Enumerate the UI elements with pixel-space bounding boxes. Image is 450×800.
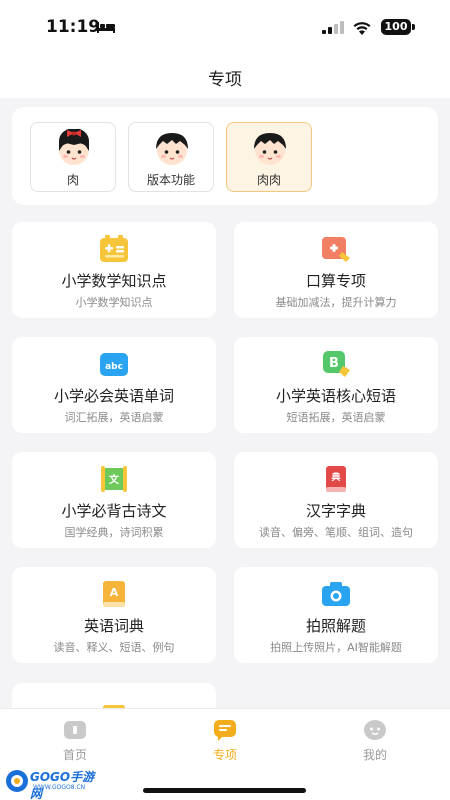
profile-icon xyxy=(364,720,386,740)
calculator-icon xyxy=(100,235,128,262)
feature-card-oral-arithmetic[interactable]: 口算专项 基础加减法，提升计算力 xyxy=(234,222,438,318)
status-bar: 11:19 100 xyxy=(0,0,450,54)
wifi-icon xyxy=(353,22,371,35)
page-title: 专项 xyxy=(208,70,242,90)
feature-subtitle: 词汇拓展，英语启蒙 xyxy=(64,411,164,424)
cellular-signal-icon xyxy=(322,21,344,34)
tab-mine[interactable]: 我的 xyxy=(300,719,450,769)
feature-subtitle: 国学经典，诗词积累 xyxy=(64,526,164,539)
feature-title: 口算专项 xyxy=(305,272,366,290)
feature-card-ancient-poems[interactable]: 文 小学必背古诗文 国学经典，诗词积累 xyxy=(12,452,216,548)
feature-card-photo-solve[interactable]: 拍照解题 拍照上传照片，AI智能解题 xyxy=(234,567,438,663)
profile-card-rourou[interactable]: 肉肉 xyxy=(226,122,312,192)
feature-subtitle: 基础加减法，提升计算力 xyxy=(275,296,397,309)
status-time: 11:19 xyxy=(46,17,101,37)
tab-label: 专项 xyxy=(212,748,237,762)
feature-title: 小学必会英语单词 xyxy=(53,387,174,405)
feature-title: 小学必背古诗文 xyxy=(61,502,167,520)
camera-icon xyxy=(322,582,350,606)
boy-avatar-icon xyxy=(254,133,286,165)
sleep-mode-icon xyxy=(97,22,115,33)
feature-subtitle: 短语拓展，英语启蒙 xyxy=(286,411,386,424)
feature-card-english-dictionary[interactable]: A 英语词典 读音、释义、短语、例句 xyxy=(12,567,216,663)
dictionary-icon: 典 xyxy=(326,466,346,492)
feature-card-chinese-dictionary[interactable]: 典 汉字字典 读音、偏旁、笔顺、组词、造句 xyxy=(234,452,438,548)
watermark-emblem-icon xyxy=(6,770,28,792)
feature-subtitle: 拍照上传照片，AI智能解题 xyxy=(270,641,402,654)
tab-label: 我的 xyxy=(362,748,387,762)
girl-avatar-icon xyxy=(59,129,89,165)
profile-switcher: 肉 版本功能 肉肉 xyxy=(12,107,438,205)
home-icon xyxy=(64,721,86,739)
profile-card-version[interactable]: 版本功能 xyxy=(128,122,214,192)
feature-title: 小学数学知识点 xyxy=(61,272,167,290)
abc-icon-text: abc xyxy=(105,362,123,372)
a-book-icon-text: A xyxy=(110,586,119,599)
feature-subtitle: 读音、偏旁、笔顺、组词、造句 xyxy=(259,526,413,539)
feature-title: 拍照解题 xyxy=(305,617,366,635)
battery-tip xyxy=(412,24,415,30)
feature-card-english-words[interactable]: abc 小学必会英语单词 词汇拓展，英语启蒙 xyxy=(12,337,216,433)
dictionary-icon-text: 典 xyxy=(331,471,340,483)
feature-title: 英语词典 xyxy=(83,617,144,635)
battery-indicator: 100 xyxy=(381,19,411,35)
feature-subtitle: 读音、释义、短语、例句 xyxy=(53,641,175,654)
nav-bar: 专项 xyxy=(0,54,450,98)
abc-icon: abc xyxy=(100,353,128,376)
feature-subtitle: 小学数学知识点 xyxy=(75,296,153,309)
home-indicator xyxy=(143,788,306,793)
b-bubble-icon: B xyxy=(323,351,350,377)
profile-name: 肉肉 xyxy=(256,173,281,187)
tab-special[interactable]: 专项 xyxy=(150,719,300,769)
feature-card-english-phrases[interactable]: B 小学英语核心短语 短语拓展，英语启蒙 xyxy=(234,337,438,433)
watermark-logo: GOGO手游网 WWW.GOGO8.CN xyxy=(3,765,98,800)
tab-home[interactable]: 首页 xyxy=(0,719,150,769)
special-icon xyxy=(214,720,236,741)
feature-title: 汉字字典 xyxy=(305,502,366,520)
feature-title: 小学英语核心短语 xyxy=(275,387,396,405)
scroll-icon-text: 文 xyxy=(109,473,120,486)
profile-card-rou[interactable]: 肉 xyxy=(30,122,116,192)
plus-card-icon xyxy=(322,237,350,262)
profile-name: 版本功能 xyxy=(146,173,195,187)
tab-label: 首页 xyxy=(62,748,87,762)
boy-avatar-icon xyxy=(156,133,188,165)
a-book-icon: A xyxy=(103,581,125,607)
feature-card-math-knowledge[interactable]: 小学数学知识点 小学数学知识点 xyxy=(12,222,216,318)
watermark-subtext: WWW.GOGO8.CN xyxy=(33,784,86,791)
scroll-icon: 文 xyxy=(101,466,127,492)
b-icon-text: B xyxy=(329,356,339,371)
profile-name: 肉 xyxy=(66,173,79,187)
